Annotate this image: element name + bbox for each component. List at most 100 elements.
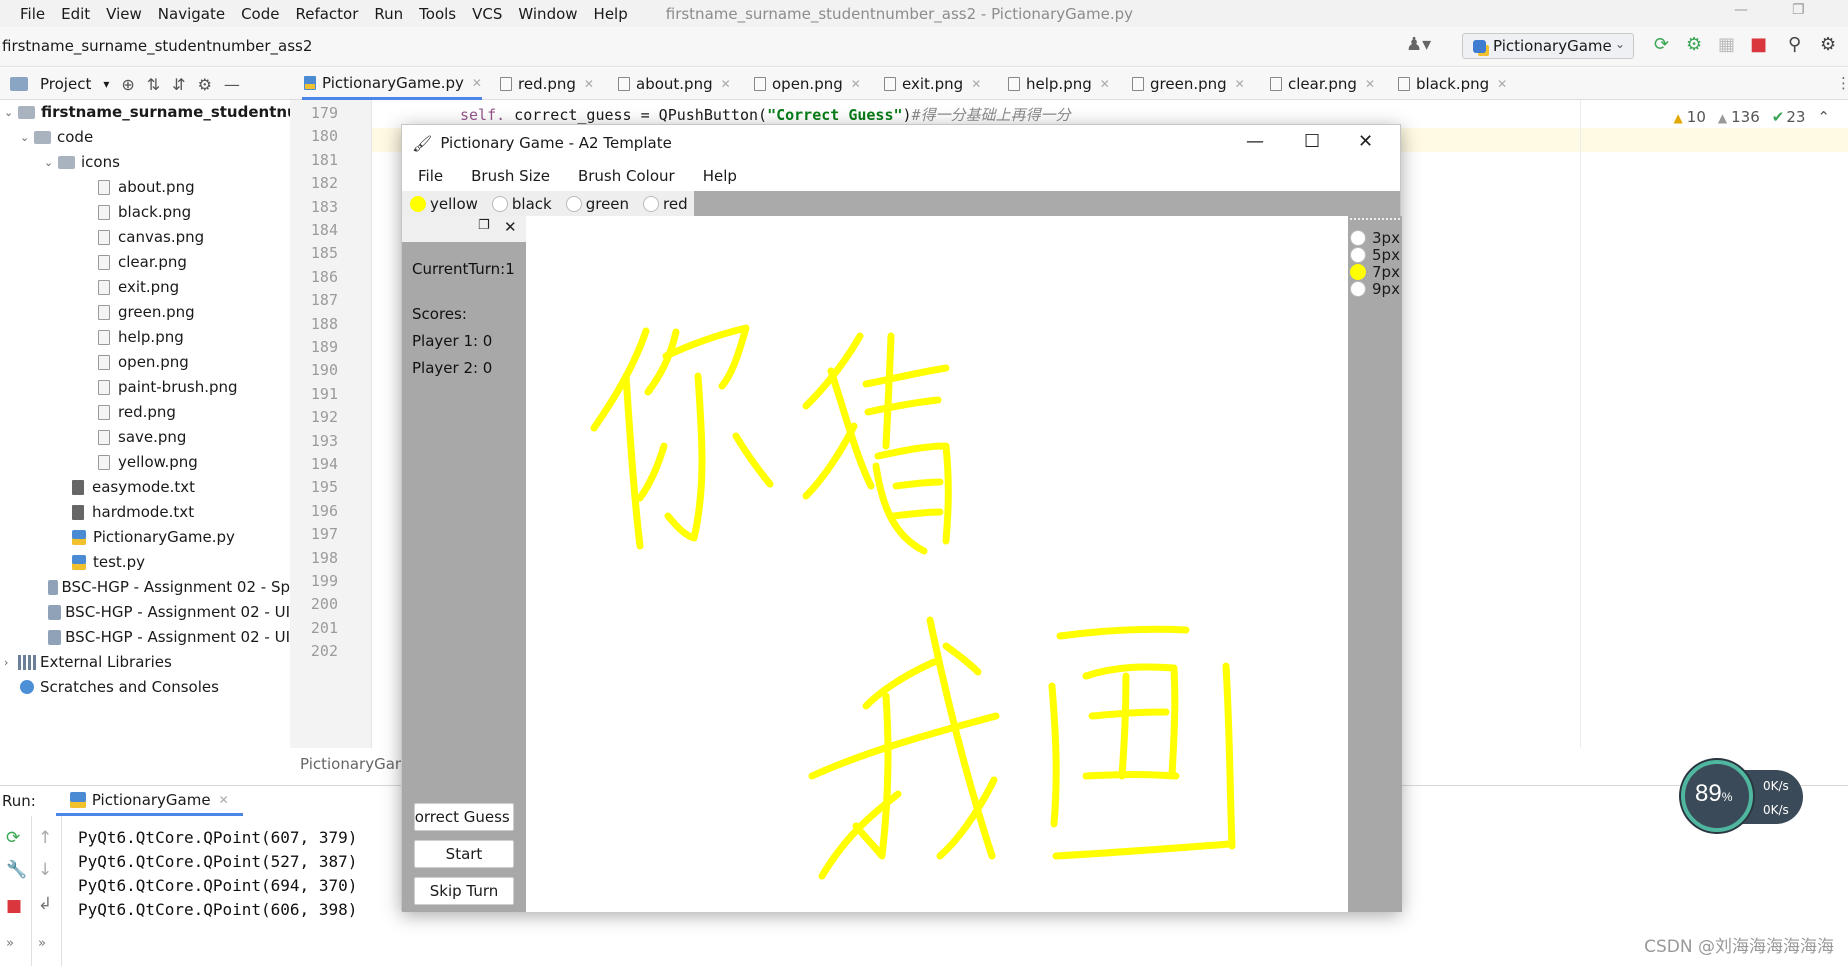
collapse-all-icon[interactable]: ⇵ bbox=[172, 75, 185, 94]
coverage-icon[interactable]: ▦ bbox=[1718, 35, 1735, 55]
breadcrumb[interactable]: firstname_surname_studentnumber_ass2 bbox=[2, 37, 312, 55]
editor-breadcrumb[interactable]: PictionaryGam bbox=[300, 755, 410, 773]
menu-brush-size[interactable]: Brush Size bbox=[457, 167, 564, 185]
gear-icon[interactable]: ⚙ bbox=[1820, 35, 1836, 55]
tree-file[interactable]: save.png bbox=[98, 425, 186, 449]
start-button[interactable]: Start bbox=[414, 840, 514, 868]
tree-file[interactable]: paint-brush.png bbox=[98, 375, 238, 399]
tab-red-png[interactable]: red.png ✕ bbox=[498, 68, 594, 100]
gear-icon[interactable]: ⚙ bbox=[198, 75, 212, 94]
tree-file[interactable]: PictionaryGame.py bbox=[72, 525, 235, 549]
radio-indicator[interactable] bbox=[1350, 281, 1366, 297]
tab-pictionarygame-py[interactable]: PictionaryGame.py ✕ bbox=[302, 68, 482, 100]
menu-window[interactable]: Window bbox=[510, 5, 585, 23]
menu-code[interactable]: Code bbox=[233, 5, 287, 23]
tree-file[interactable]: easymode.txt bbox=[72, 475, 195, 499]
debug-icon[interactable]: ⚙ bbox=[1686, 35, 1702, 55]
tab-open-png[interactable]: open.png ✕ bbox=[752, 68, 861, 100]
menu-help[interactable]: Help bbox=[586, 5, 636, 23]
network-speed-gauge[interactable]: 0K/s 0K/s 89% bbox=[1681, 760, 1803, 832]
menu-vcs[interactable]: VCS bbox=[464, 5, 510, 23]
radio-indicator[interactable] bbox=[1350, 230, 1366, 246]
minimize-icon[interactable]: — bbox=[1246, 131, 1264, 152]
tree-file[interactable]: yellow.png bbox=[98, 450, 198, 474]
tree-file[interactable]: red.png bbox=[98, 400, 176, 424]
stop-icon[interactable]: ■ bbox=[6, 896, 22, 916]
minimize-icon[interactable]: — bbox=[1734, 2, 1748, 18]
search-icon[interactable]: ⚲ bbox=[1788, 35, 1801, 55]
close-icon[interactable]: ✕ bbox=[584, 77, 594, 91]
tree-project[interactable]: BSC-HGP - Assignment 02 - UI bbox=[48, 600, 290, 624]
tree-file[interactable]: green.png bbox=[98, 300, 195, 324]
chevron-down-icon[interactable]: ▾ bbox=[103, 77, 109, 91]
radio-indicator[interactable] bbox=[565, 195, 582, 212]
tree-file[interactable]: exit.png bbox=[98, 275, 179, 299]
tab-about-png[interactable]: about.png ✕ bbox=[616, 68, 731, 100]
chevron-down-icon[interactable]: ⌄ bbox=[20, 131, 34, 144]
menu-refactor[interactable]: Refactor bbox=[287, 5, 366, 23]
colour-radio-green[interactable]: green bbox=[557, 191, 636, 216]
radio-indicator[interactable] bbox=[410, 195, 426, 212]
radio-indicator[interactable] bbox=[1350, 247, 1366, 263]
tree-project[interactable]: BSC-HGP - Assignment 02 - UI bbox=[48, 625, 290, 649]
inspection-widget[interactable]: 10 136 23 ⌃ bbox=[1674, 108, 1830, 126]
radio-indicator[interactable] bbox=[1350, 264, 1366, 280]
stop-icon[interactable]: ■ bbox=[1750, 35, 1767, 55]
menu-run[interactable]: Run bbox=[366, 5, 411, 23]
tree-scratches[interactable]: Scratches and Consoles bbox=[20, 675, 219, 699]
tree-file[interactable]: hardmode.txt bbox=[72, 500, 194, 524]
user-icon[interactable]: ♟▾ bbox=[1406, 35, 1431, 55]
close-icon[interactable]: ✕ bbox=[971, 77, 981, 91]
close-icon[interactable]: ✕ bbox=[1235, 77, 1245, 91]
arrow-down-icon[interactable]: ↓ bbox=[38, 860, 52, 880]
tab-help-png[interactable]: help.png ✕ bbox=[1006, 68, 1110, 100]
drawing-canvas[interactable] bbox=[526, 216, 1348, 912]
rerun-icon[interactable]: ⟳ bbox=[1654, 35, 1669, 55]
radio-indicator[interactable] bbox=[491, 195, 508, 212]
tab-green-png[interactable]: green.png ✕ bbox=[1130, 68, 1245, 100]
pictionary-title-bar[interactable]: 🖌 Pictionary Game - A2 Template — ☐ ✕ bbox=[402, 125, 1400, 161]
correct-guess-button[interactable]: Correct Guess bbox=[414, 803, 514, 831]
menu-tools[interactable]: Tools bbox=[411, 5, 464, 23]
chevron-down-icon[interactable]: ⌄ bbox=[44, 156, 58, 169]
tree-file[interactable]: canvas.png bbox=[98, 225, 204, 249]
hide-icon[interactable]: — bbox=[224, 75, 240, 94]
tree-project[interactable]: BSC-HGP - Assignment 02 - Sp bbox=[48, 575, 290, 599]
tree-file[interactable]: about.png bbox=[98, 175, 195, 199]
expand-icon[interactable]: » bbox=[6, 936, 14, 951]
skip-turn-button[interactable]: Skip Turn bbox=[414, 877, 514, 905]
tree-external-libraries[interactable]: › External Libraries bbox=[4, 650, 172, 674]
menu-view[interactable]: View bbox=[98, 5, 150, 23]
close-icon[interactable]: ✕ bbox=[1100, 77, 1110, 91]
tab-clear-png[interactable]: clear.png ✕ bbox=[1268, 68, 1375, 100]
wrench-icon[interactable]: 🔧 bbox=[6, 860, 27, 880]
rerun-icon[interactable]: ⟳ bbox=[6, 828, 20, 848]
close-icon[interactable]: ✕ bbox=[1365, 77, 1375, 91]
menu-help[interactable]: Help bbox=[689, 167, 751, 185]
run-config-select[interactable]: PictionaryGame ⌄ bbox=[1462, 33, 1634, 59]
chevron-down-icon[interactable]: ⌄ bbox=[4, 106, 18, 119]
more-tabs-icon[interactable]: ⋮ bbox=[1836, 74, 1848, 92]
menu-navigate[interactable]: Navigate bbox=[150, 5, 233, 23]
arrow-up-icon[interactable]: ↑ bbox=[38, 828, 52, 848]
float-icon[interactable]: ❐ bbox=[478, 218, 490, 233]
soft-wrap-icon[interactable]: ↲ bbox=[38, 894, 52, 914]
restore-icon[interactable]: ❐ bbox=[1792, 2, 1805, 18]
menu-file[interactable]: File bbox=[402, 167, 457, 185]
tree-file[interactable]: test.py bbox=[72, 550, 145, 574]
close-icon[interactable]: ✕ bbox=[1497, 77, 1507, 91]
chevron-up-icon[interactable]: ⌃ bbox=[1817, 108, 1830, 126]
menu-brush-colour[interactable]: Brush Colour bbox=[564, 167, 689, 185]
close-icon[interactable]: ✕ bbox=[721, 77, 731, 91]
run-tab[interactable]: PictionaryGame ✕ bbox=[55, 786, 243, 816]
expand-all-icon[interactable]: ⇅ bbox=[147, 75, 160, 94]
close-icon[interactable]: ✕ bbox=[504, 218, 517, 236]
maximize-icon[interactable]: ☐ bbox=[1304, 131, 1320, 152]
tree-folder-icons[interactable]: ⌄ icons bbox=[44, 150, 120, 174]
colour-radio-black[interactable]: black bbox=[483, 191, 558, 216]
radio-indicator[interactable] bbox=[643, 195, 660, 212]
tab-black-png[interactable]: black.png ✕ bbox=[1396, 68, 1507, 100]
close-icon[interactable]: ✕ bbox=[851, 77, 861, 91]
close-icon[interactable]: ✕ bbox=[472, 76, 482, 90]
close-icon[interactable]: ✕ bbox=[1358, 131, 1373, 152]
